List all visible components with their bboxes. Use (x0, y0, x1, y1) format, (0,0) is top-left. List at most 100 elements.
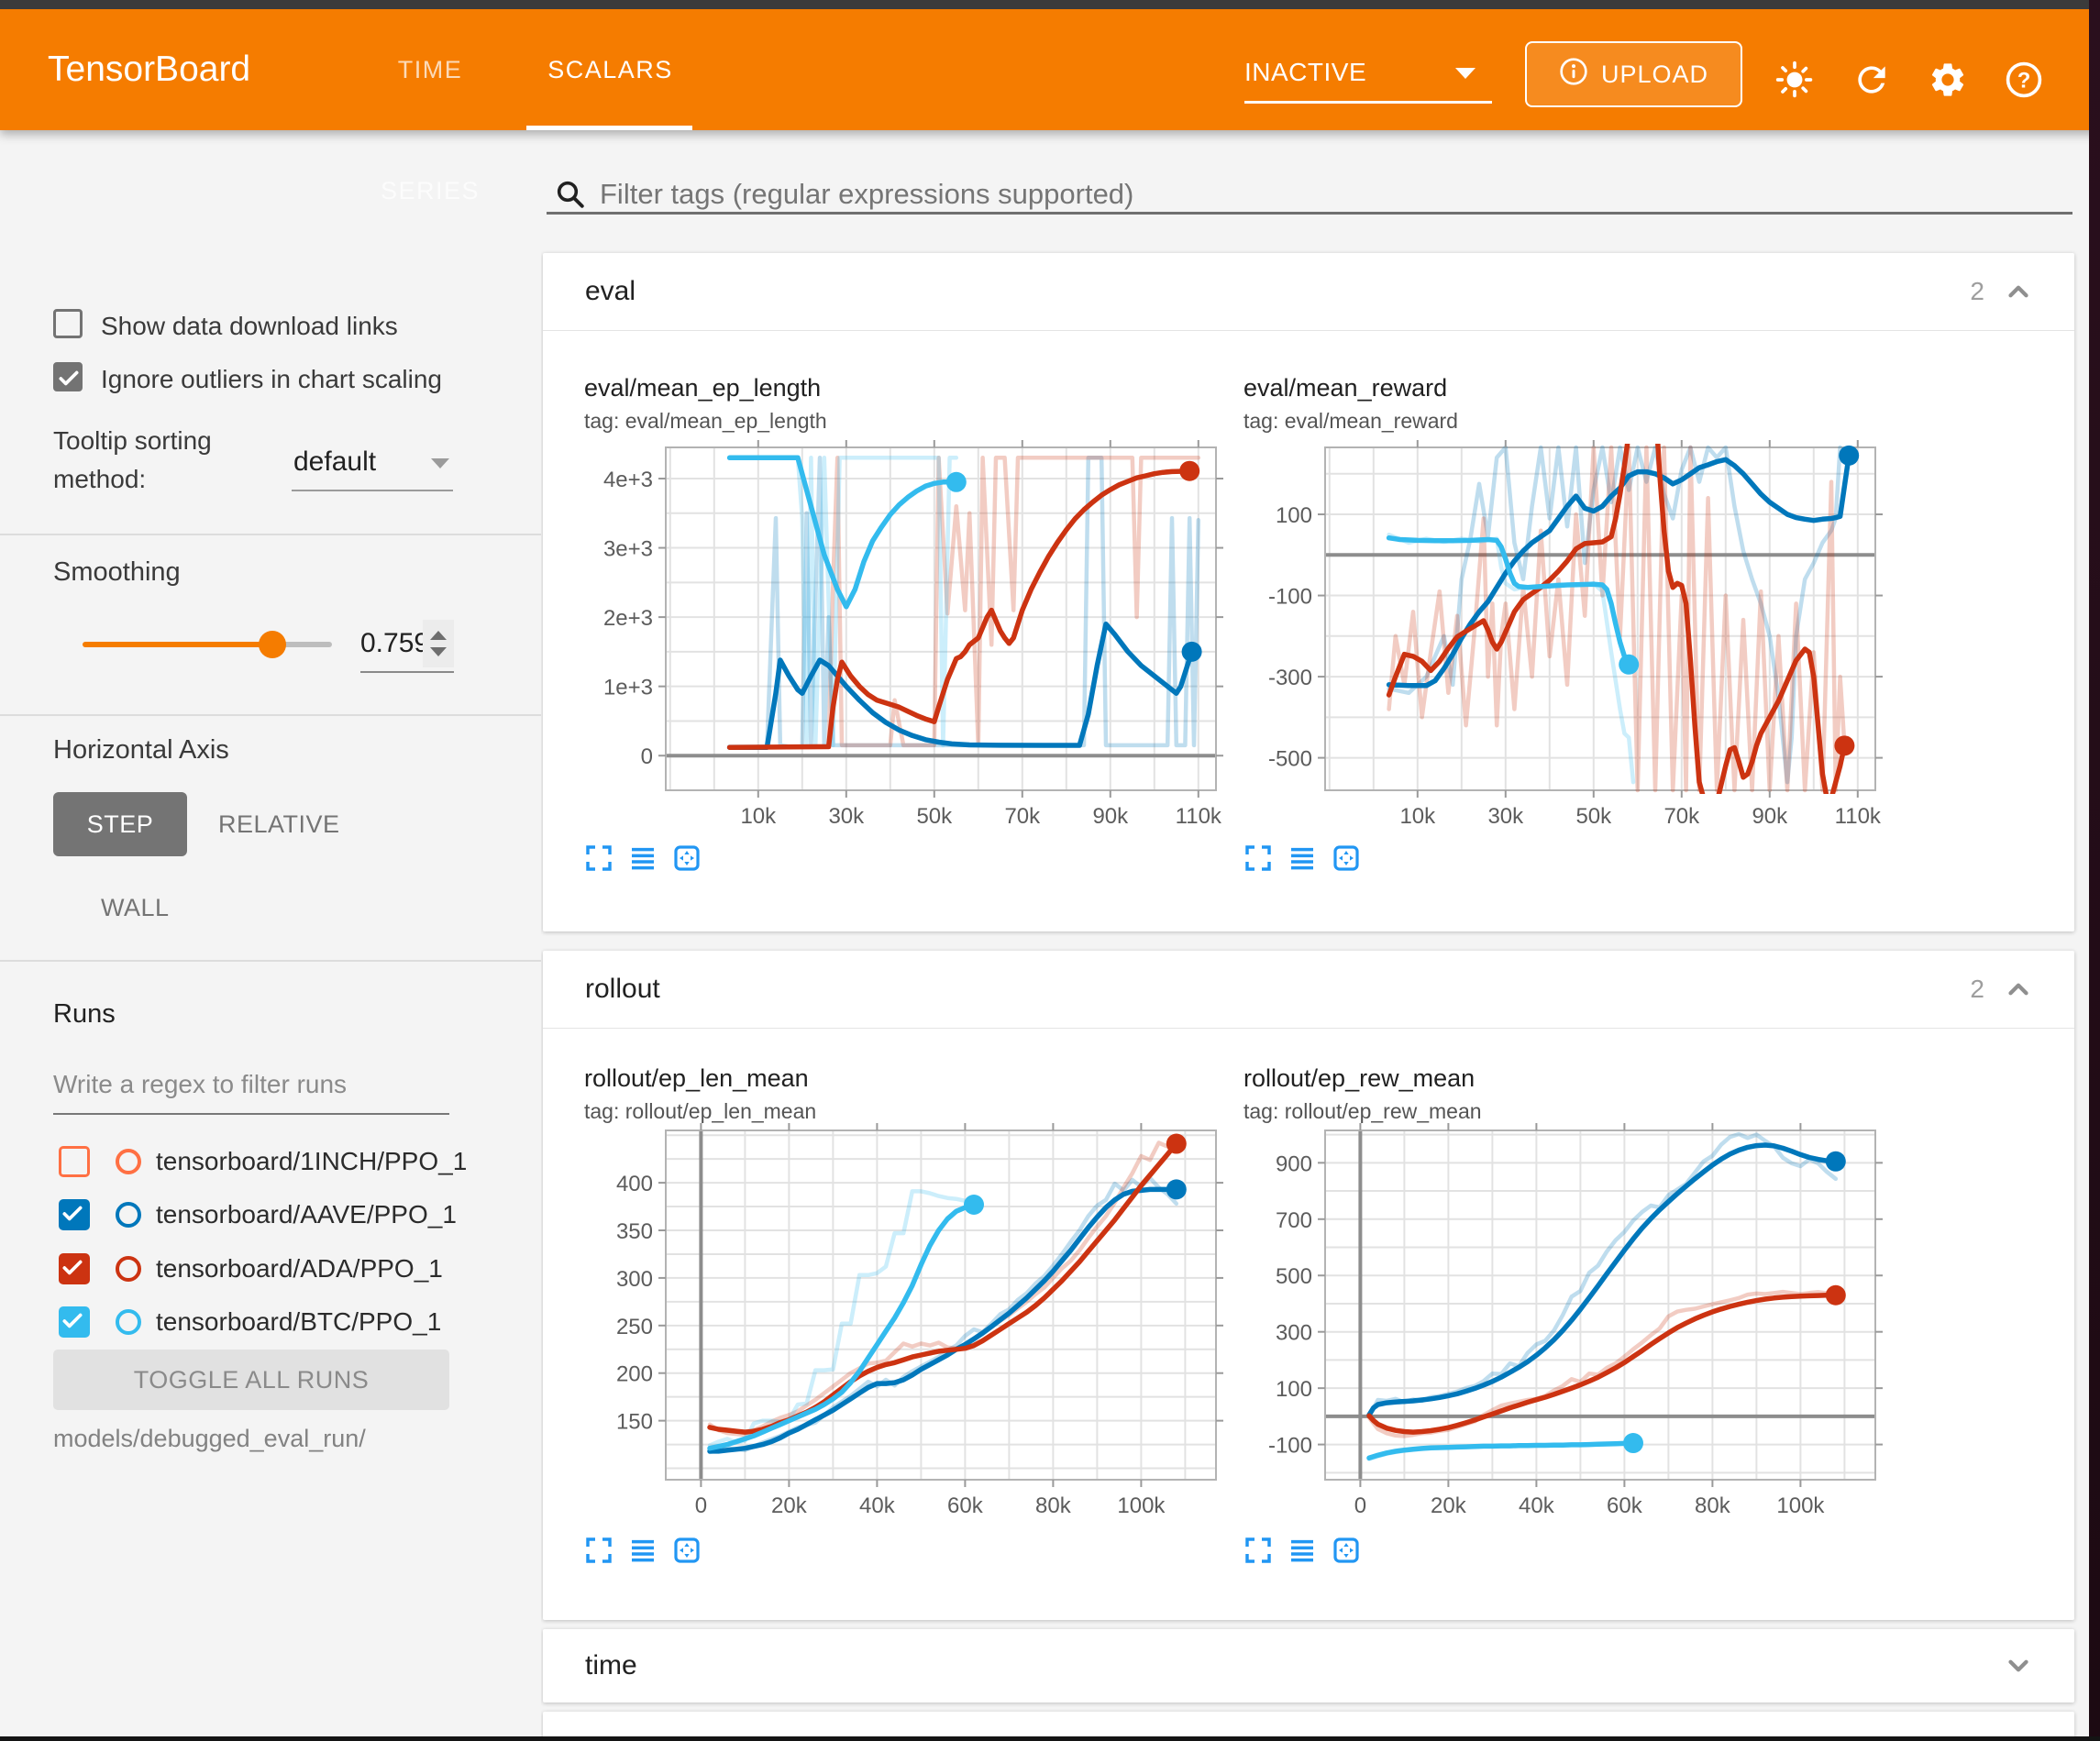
svg-text:-100: -100 (1268, 585, 1312, 610)
upload-button[interactable]: UPLOAD (1525, 41, 1742, 107)
chart-plot[interactable]: 020k40k60k80k100k-100100300500700900 (1325, 1130, 1875, 1480)
divider (0, 714, 541, 716)
svg-text:40k: 40k (859, 1493, 896, 1518)
fit-domain-icon[interactable] (1332, 843, 1361, 873)
expand-chart-icon[interactable] (1243, 1536, 1273, 1565)
chart-plot[interactable]: 020k40k60k80k100k150200250300350400 (666, 1130, 1216, 1480)
dropdown-underline (292, 490, 453, 491)
section-chart-count: 2 (1970, 951, 1984, 1028)
expand-chart-icon[interactable] (584, 1536, 613, 1565)
runs-filter-input[interactable]: Write a regex to filter runs (53, 1058, 449, 1111)
svg-text:20k: 20k (771, 1493, 808, 1518)
window-bottom-strip (0, 1736, 2100, 1741)
section-header-time[interactable]: time (543, 1629, 2074, 1702)
input-underline (53, 1113, 449, 1115)
smoothing-slider-track[interactable] (83, 642, 272, 647)
svg-text:2e+3: 2e+3 (603, 606, 653, 631)
expand-chart-icon[interactable] (584, 843, 613, 873)
svg-text:?: ? (2017, 68, 2031, 93)
smoothing-value-field[interactable]: 0.759 (360, 618, 454, 669)
ignore-outliers-checkbox[interactable] (53, 362, 83, 391)
runs-menu-icon[interactable] (1288, 843, 1317, 873)
svg-text:250: 250 (616, 1315, 653, 1339)
svg-text:350: 350 (616, 1219, 653, 1244)
run-checkbox[interactable] (59, 1146, 90, 1177)
axis-step-button[interactable]: STEP (53, 792, 187, 856)
section-header-rollout[interactable]: rollout 2 (543, 951, 2074, 1028)
svg-text:500: 500 (1276, 1264, 1312, 1289)
fit-domain-icon[interactable] (1332, 1536, 1361, 1565)
app-header: TensorBoard TIME SERIES SCALARS INACTIVE… (0, 9, 2100, 130)
chart-toolbar (1243, 1536, 1361, 1565)
svg-text:150: 150 (616, 1410, 653, 1435)
fit-domain-icon[interactable] (672, 1536, 702, 1565)
runs-filter-placeholder: Write a regex to filter runs (53, 1070, 347, 1098)
input-underline (547, 212, 2072, 215)
runs-menu-icon[interactable] (628, 1536, 658, 1565)
runs-menu-icon[interactable] (628, 843, 658, 873)
chart-title: eval/mean_ep_length (584, 374, 821, 402)
run-row-aave[interactable]: tensorboard/AAVE/PPO_1 (0, 1188, 541, 1241)
runs-directory-path: models/debugged_eval_run/ (53, 1425, 366, 1453)
tooltip-sorting-dropdown[interactable]: default (293, 438, 453, 486)
svg-text:70k: 70k (1663, 804, 1700, 829)
brightness-icon[interactable] (1774, 60, 1815, 100)
chevron-down-icon[interactable] (2003, 1650, 2034, 1681)
horizontal-axis-label: Horizontal Axis (53, 735, 229, 766)
chart-tag: tag: rollout/ep_rew_mean (1243, 1099, 1482, 1124)
chart-plot[interactable]: 10k30k50k70k90k110k01e+32e+33e+34e+3 (666, 447, 1216, 790)
chart-toolbar (1243, 843, 1361, 873)
chart-tag: tag: rollout/ep_len_mean (584, 1099, 816, 1124)
run-color-swatch (116, 1149, 141, 1174)
run-checkbox[interactable] (59, 1306, 90, 1338)
section-header-eval[interactable]: eval 2 (543, 253, 2074, 330)
run-name: tensorboard/AAVE/PPO_1 (156, 1188, 457, 1241)
section-title: time (585, 1629, 637, 1702)
run-checkbox[interactable] (59, 1199, 90, 1230)
svg-text:-100: -100 (1268, 1434, 1312, 1459)
run-row-btc[interactable]: tensorboard/BTC/PPO_1 (0, 1295, 541, 1349)
status-dropdown[interactable]: INACTIVE (1244, 44, 1492, 101)
axis-relative-button[interactable]: RELATIVE (218, 792, 340, 856)
status-underline (1244, 101, 1492, 104)
svg-text:900: 900 (1276, 1151, 1312, 1176)
svg-text:80k: 80k (1035, 1493, 1072, 1518)
expand-chart-icon[interactable] (1243, 843, 1273, 873)
toggle-all-runs-button[interactable]: TOGGLE ALL RUNS (53, 1350, 449, 1410)
section-card-rollout: rollout 2 rollout/ep_len_mean tag: rollo… (543, 951, 2074, 1620)
fit-domain-icon[interactable] (672, 843, 702, 873)
section-title: rollout (585, 951, 660, 1028)
smoothing-slider-thumb[interactable] (259, 631, 286, 658)
runs-menu-icon[interactable] (1288, 1536, 1317, 1565)
run-row-1inch[interactable]: tensorboard/1INCH/PPO_1 (0, 1135, 541, 1188)
svg-text:60k: 60k (947, 1493, 984, 1518)
chevron-up-icon[interactable] (2003, 276, 2034, 307)
chevron-down-icon (1455, 68, 1476, 79)
settings-icon[interactable] (1928, 60, 1968, 100)
tab-scalars[interactable]: SCALARS (539, 9, 681, 130)
svg-text:400: 400 (616, 1172, 653, 1196)
app-title: TensorBoard (48, 9, 250, 130)
run-name: tensorboard/BTC/PPO_1 (156, 1295, 441, 1349)
window-top-strip (0, 0, 2100, 9)
chevron-up-icon[interactable] (2003, 974, 2034, 1005)
section-card-time: time (543, 1629, 2074, 1702)
svg-text:0: 0 (695, 1493, 707, 1518)
svg-text:10k: 10k (1399, 804, 1436, 829)
refresh-icon[interactable] (1851, 60, 1892, 100)
svg-text:70k: 70k (1004, 804, 1041, 829)
chevron-down-icon (431, 458, 449, 468)
axis-wall-button[interactable]: WALL (101, 880, 170, 935)
divider (0, 960, 541, 962)
show-download-links-checkbox[interactable] (53, 309, 83, 338)
run-row-ada[interactable]: tensorboard/ADA/PPO_1 (0, 1242, 541, 1295)
svg-text:100: 100 (1276, 503, 1312, 528)
svg-text:0: 0 (1354, 1493, 1366, 1518)
chart-plot[interactable]: 10k30k50k70k90k110k100-100-300-500 (1325, 447, 1875, 790)
number-spinner[interactable] (423, 620, 454, 667)
run-checkbox[interactable] (59, 1253, 90, 1284)
tab-time-series[interactable]: TIME SERIES (352, 9, 508, 130)
help-icon[interactable]: ? (2004, 60, 2044, 100)
run-color-swatch (116, 1256, 141, 1282)
svg-text:300: 300 (1276, 1321, 1312, 1346)
